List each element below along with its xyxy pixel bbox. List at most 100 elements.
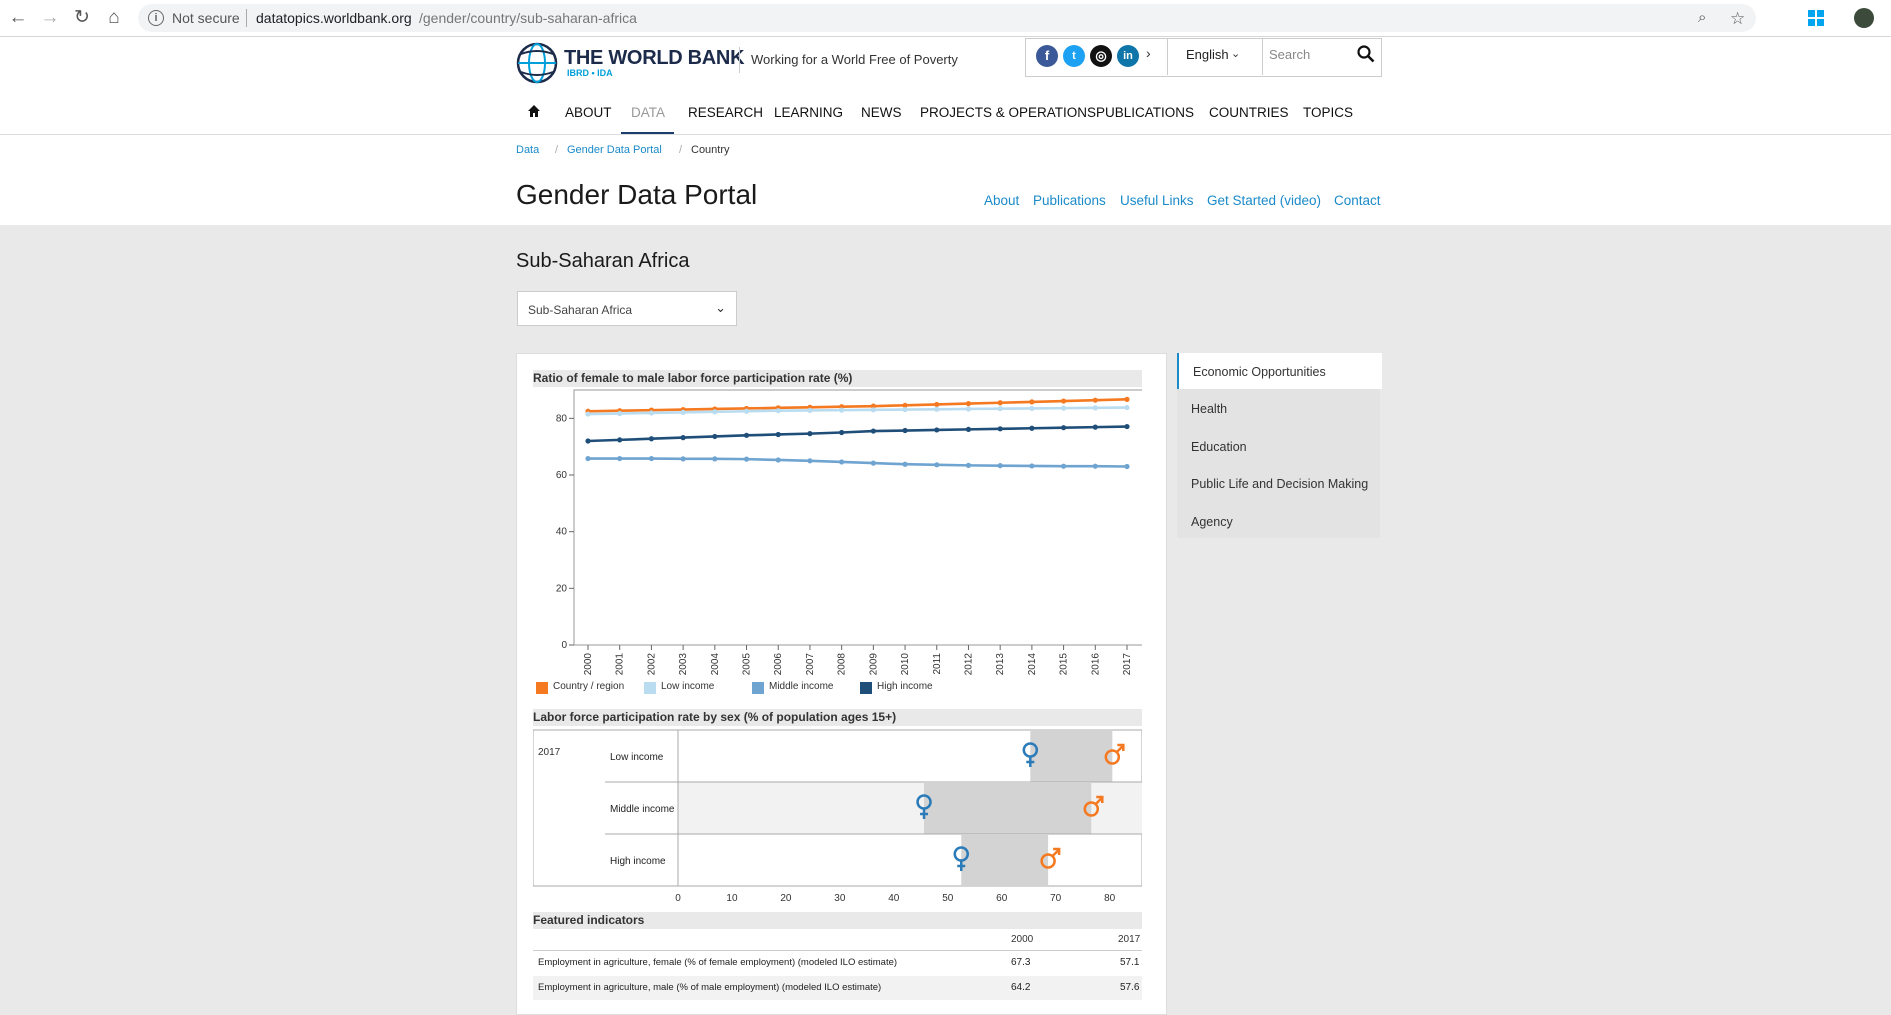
address-bar[interactable]: i Not secure datatopics.worldbank.org /g… [138,4,1756,32]
nav-publications[interactable]: PUBLICATIONS [1096,105,1194,120]
legend-high-income[interactable]: High income [877,681,933,692]
nav-topics[interactable]: TOPICS [1303,105,1353,120]
legend-swatch-middle-income [752,682,764,694]
legend-low-income[interactable]: Low income [661,681,714,692]
x-tick-label: 2007 [805,653,816,676]
tagline: Working for a World Free of Poverty [751,52,958,67]
side-item-label: Public Life and Decision Making [1191,477,1369,491]
link-get-started[interactable]: Get Started (video) [1207,193,1321,208]
series-point [712,433,718,440]
nav-news[interactable]: NEWS [861,105,902,120]
side-item-economic-opportunities[interactable]: Economic Opportunities [1177,353,1382,389]
series-point [712,456,718,462]
indicator-value-2000: 67.3 [1011,957,1031,968]
x-tick-label: 2012 [963,653,974,676]
side-item-education[interactable]: Education [1177,428,1380,464]
nav-research[interactable]: RESEARCH [688,105,763,120]
world-bank-logo-icon[interactable] [516,42,558,84]
series-point [1092,405,1098,411]
chevron-right-icon[interactable]: › [1146,45,1151,61]
back-icon[interactable]: ← [6,6,30,30]
windows-icon[interactable] [1808,10,1824,26]
x-tick-label: 2003 [678,653,689,676]
side-item-label: Health [1191,402,1228,416]
nav-projects-operations[interactable]: PROJECTS & OPERATIONS [920,105,1096,120]
series-point [997,463,1003,469]
side-item-agency[interactable]: Agency [1177,503,1380,539]
breadcrumb-gender-data-portal[interactable]: Gender Data Portal [567,144,662,156]
url-host: datatopics.worldbank.org [256,10,412,26]
category-label: Low income [610,752,664,763]
y-tick-label: 20 [556,583,568,594]
side-item-public-life[interactable]: Public Life and Decision Making [1177,465,1380,501]
series-point [617,455,623,462]
series-point [712,409,718,415]
region-dropdown[interactable]: Sub-Saharan Africa ⌄ [517,291,737,326]
home-icon[interactable]: ⌂ [102,6,126,30]
chevron-down-icon[interactable]: ⌄ [1231,47,1240,60]
nav-data[interactable]: DATA [631,105,665,120]
forward-icon[interactable]: → [38,6,62,30]
facebook-icon[interactable]: f [1036,45,1058,67]
breadcrumb-data[interactable]: Data [516,144,539,156]
series-point [648,455,655,462]
legend-swatch-high-income [860,682,872,694]
x-tick-label: 2001 [615,653,626,676]
table-row[interactable]: Employment in agriculture, female (% of … [533,951,1142,975]
dumbbell-chart-header: Labor force participation rate by sex (%… [533,709,1142,726]
series-point [934,401,940,408]
column-year-2017: 2017 [1118,934,1141,945]
series-point [585,455,591,462]
side-item-label: Economic Opportunities [1193,365,1326,379]
series-point [902,427,908,434]
series-point [1092,463,1098,469]
series-point [839,429,845,436]
home-nav-icon[interactable] [527,104,541,118]
legend-middle-income[interactable]: Middle income [769,681,833,692]
link-about[interactable]: About [984,193,1019,208]
series-point [839,407,845,413]
series-point [807,458,813,464]
series-point [585,411,591,417]
link-publications[interactable]: Publications [1033,193,1106,208]
indicator-label: Employment in agriculture, female (% of … [538,957,898,968]
reload-icon[interactable]: ↻ [70,6,94,30]
link-useful-links[interactable]: Useful Links [1120,193,1194,208]
side-item-health[interactable]: Health [1177,390,1380,426]
nav-learning[interactable]: LEARNING [774,105,843,120]
instagram-icon[interactable]: ◎ [1090,45,1112,67]
series-point [1092,424,1098,430]
star-icon[interactable]: ☆ [1730,9,1745,29]
divider [1262,38,1263,75]
x-tick-label: 2014 [1027,653,1038,676]
search-icon[interactable] [1357,45,1375,63]
brand-name[interactable]: THE WORLD BANK [564,47,745,70]
legend-country[interactable]: Country / region [553,681,624,692]
nav-about[interactable]: ABOUT [565,105,612,120]
dumbbell-chart-title: Labor force participation rate by sex (%… [533,710,897,724]
series-point [965,406,972,412]
table-row[interactable]: Employment in agriculture, male (% of ma… [533,976,1142,1000]
series-point [648,410,655,416]
language-select[interactable]: English [1186,47,1229,62]
indicator-value-2000: 64.2 [1011,982,1031,993]
link-contact[interactable]: Contact [1334,193,1381,208]
series-point [997,406,1003,412]
search-input[interactable]: Search [1269,47,1310,62]
info-icon[interactable]: i [148,10,164,26]
series-point [997,426,1003,432]
twitter-icon[interactable]: t [1063,45,1085,67]
series-point [775,431,781,438]
series-point [775,408,781,414]
series-point [1060,405,1067,411]
linkedin-icon[interactable]: in [1117,45,1139,67]
category-label: High income [610,856,666,867]
x-tick-label: 2005 [742,653,753,676]
profile-avatar[interactable] [1854,8,1874,28]
series-point [648,436,655,442]
series-point [680,435,686,441]
series-point [680,456,686,462]
series-point [1124,404,1130,411]
nav-countries[interactable]: COUNTRIES [1209,105,1289,120]
zoom-icon[interactable]: ⌕ [1698,9,1706,26]
